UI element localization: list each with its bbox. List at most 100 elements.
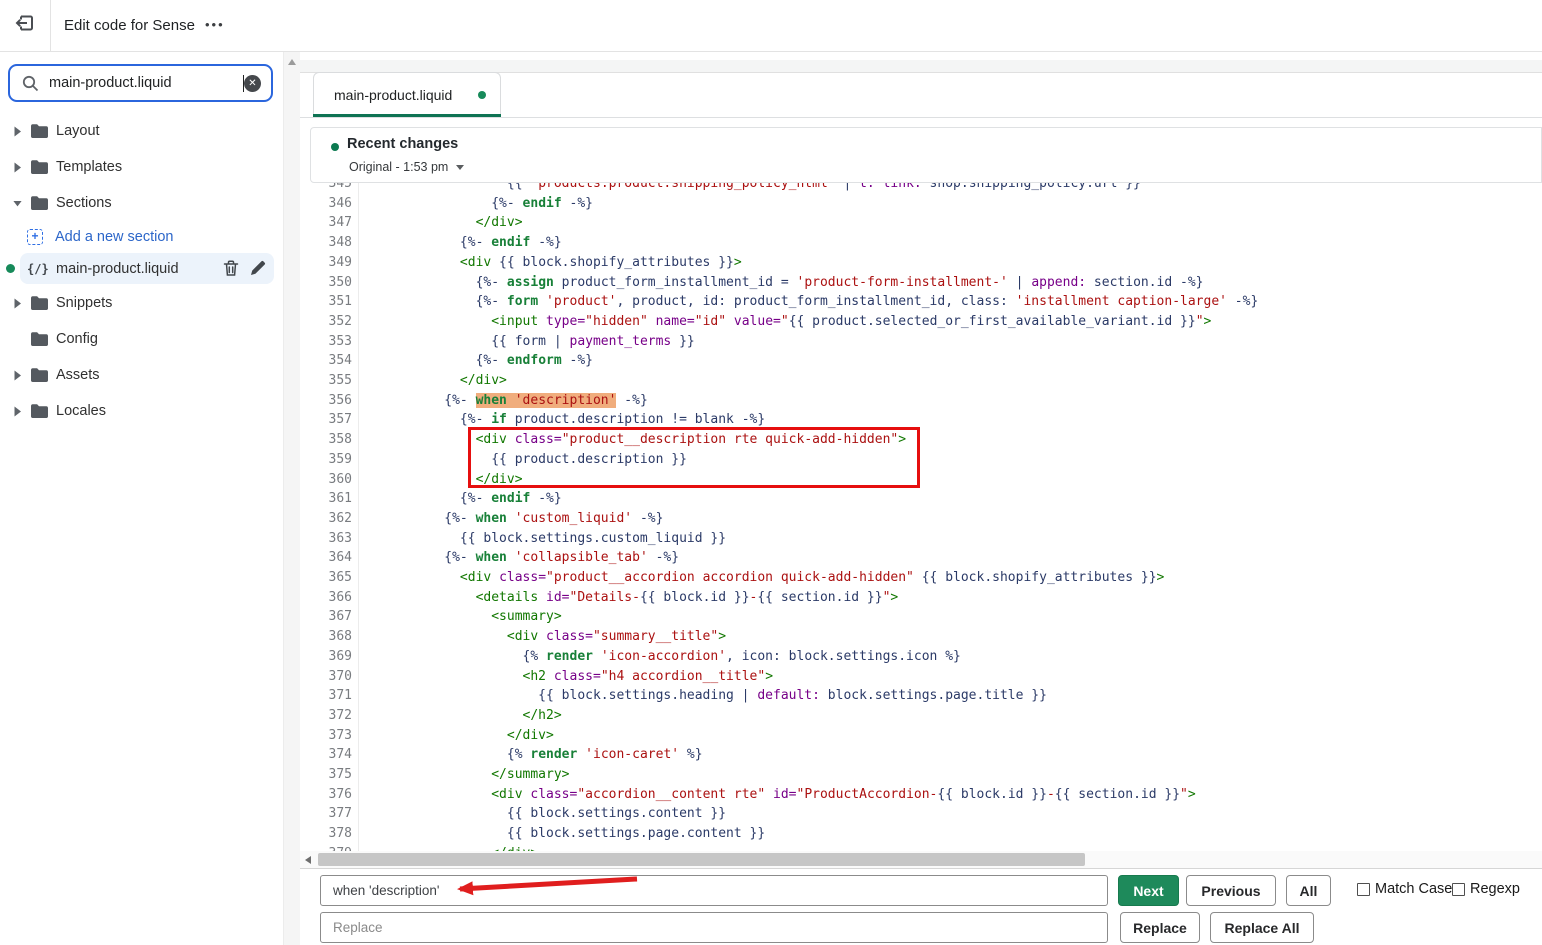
unsaved-changes-dot [6, 264, 15, 273]
folder-icon [30, 195, 49, 211]
exit-icon [14, 12, 36, 39]
code-line-378[interactable]: {{ block.settings.page.content }} [366, 824, 765, 844]
chevron-right-icon[interactable] [13, 406, 22, 417]
horizontal-scrollbar[interactable] [300, 851, 1542, 868]
recent-changes-title: Recent changes [347, 136, 458, 152]
line-number: 363 [300, 529, 352, 549]
sidebar-item-assets[interactable]: Assets [0, 357, 283, 393]
folder-icon [30, 367, 49, 383]
code-line-376[interactable]: <div class="accordion__content rte" id="… [366, 785, 1196, 805]
chevron-right-icon[interactable] [13, 126, 22, 137]
folder-icon [30, 403, 49, 419]
code-line-375[interactable]: </summary> [366, 765, 570, 785]
sidebar-item-templates[interactable]: Templates [0, 149, 283, 185]
page-title: Edit code for Sense [64, 0, 195, 51]
code-line-367[interactable]: <summary> [366, 607, 562, 627]
code-line-360[interactable]: </div> [366, 470, 523, 490]
code-editor-area[interactable]: 345 {{ 'products.product.shipping_policy… [300, 183, 1542, 851]
code-line-379[interactable]: </div> [366, 844, 538, 851]
code-line-377[interactable]: {{ block.settings.content }} [366, 804, 726, 824]
code-line-356[interactable]: {%- when 'description' -%} [366, 391, 648, 411]
version-dropdown[interactable]: Original - 1:53 pm [349, 160, 464, 174]
tab-main-product[interactable]: main-product.liquid [313, 72, 501, 117]
chevron-down-icon[interactable] [13, 199, 22, 208]
next-button[interactable]: Next [1118, 875, 1179, 906]
horizontal-scrollbar-thumb[interactable] [318, 853, 1085, 866]
delete-file-icon[interactable] [223, 260, 240, 277]
line-number: 374 [300, 745, 352, 765]
sidebar-item-locales[interactable]: Locales [0, 393, 283, 429]
line-number: 348 [300, 233, 352, 253]
replace-button[interactable]: Replace [1120, 912, 1200, 943]
sidebar-scrollbar[interactable] [283, 52, 300, 945]
line-number: 375 [300, 765, 352, 785]
code-line-362[interactable]: {%- when 'custom_liquid' -%} [366, 509, 663, 529]
code-line-368[interactable]: <div class="summary__title"> [366, 627, 726, 647]
line-number: 359 [300, 450, 352, 470]
rename-file-icon[interactable] [250, 260, 267, 277]
code-line-359[interactable]: {{ product.description }} [366, 450, 687, 470]
previous-button[interactable]: Previous [1186, 875, 1276, 906]
code-line-347[interactable]: </div> [366, 213, 523, 233]
replace-all-button[interactable]: Replace All [1210, 912, 1314, 943]
code-line-357[interactable]: {%- if product.description != blank -%} [366, 410, 765, 430]
code-line-358[interactable]: <div class="product__description rte qui… [366, 430, 906, 450]
code-line-350[interactable]: {%- assign product_form_installment_id =… [366, 273, 1204, 293]
line-number: 355 [300, 371, 352, 391]
file-tree: LayoutTemplatesSections+Add a new sectio… [0, 113, 283, 429]
chevron-right-icon[interactable] [13, 162, 22, 173]
search-input[interactable]: main-product.liquid ✕ [8, 64, 273, 102]
line-number: 361 [300, 489, 352, 509]
code-line-374[interactable]: {% render 'icon-caret' %} [366, 745, 703, 765]
sidebar-item-main-product-liquid[interactable]: {/}main-product.liquid [0, 252, 283, 285]
code-line-366[interactable]: <details id="Details-{{ block.id }}-{{ s… [366, 588, 898, 608]
checkbox-icon[interactable] [1452, 883, 1465, 896]
line-number: 377 [300, 804, 352, 824]
code-line-364[interactable]: {%- when 'collapsible_tab' -%} [366, 548, 679, 568]
scroll-left-arrow-icon[interactable] [305, 856, 311, 864]
code-line-373[interactable]: </div> [366, 726, 554, 746]
code-line-348[interactable]: {%- endif -%} [366, 233, 562, 253]
search-icon [22, 75, 39, 92]
chevron-right-icon[interactable] [13, 370, 22, 381]
add-section-icon: + [27, 229, 43, 245]
liquid-file-icon: {/} [27, 262, 49, 276]
all-button[interactable]: All [1286, 875, 1331, 906]
line-number: 372 [300, 706, 352, 726]
sidebar-item-snippets[interactable]: Snippets [0, 285, 283, 321]
tab-bar-border [300, 117, 1542, 118]
code-line-352[interactable]: <input type="hidden" name="id" value="{{… [366, 312, 1211, 332]
chevron-right-icon[interactable] [13, 298, 22, 309]
code-line-369[interactable]: {% render 'icon-accordion', icon: block.… [366, 647, 961, 667]
gutter-separator [358, 183, 359, 851]
find-input[interactable] [320, 875, 1108, 906]
sidebar-item-config[interactable]: Config [0, 321, 283, 357]
code-line-351[interactable]: {%- form 'product', product, id: product… [366, 292, 1258, 312]
replace-input[interactable] [320, 912, 1108, 943]
code-line-349[interactable]: <div {{ block.shopify_attributes }}> [366, 253, 742, 273]
checkbox-icon[interactable] [1357, 883, 1370, 896]
exit-button[interactable] [0, 0, 51, 51]
match-case-checkbox[interactable]: Match Case [1357, 881, 1452, 897]
folder-icon [30, 295, 49, 311]
code-line-355[interactable]: </div> [366, 371, 507, 391]
clear-search-icon[interactable]: ✕ [244, 75, 261, 92]
code-line-363[interactable]: {{ block.settings.custom_liquid }} [366, 529, 726, 549]
sidebar-item-layout[interactable]: Layout [0, 113, 283, 149]
scroll-up-arrow-icon[interactable] [288, 59, 296, 65]
code-line-353[interactable]: {{ form | payment_terms }} [366, 332, 695, 352]
sidebar-item-add-a-new-section[interactable]: +Add a new section [0, 221, 283, 252]
code-line-370[interactable]: <h2 class="h4 accordion__title"> [366, 667, 773, 687]
regexp-checkbox[interactable]: Regexp [1452, 881, 1520, 897]
more-menu-button[interactable]: ••• [205, 0, 225, 51]
code-line-361[interactable]: {%- endif -%} [366, 489, 562, 509]
line-number: 357 [300, 410, 352, 430]
code-line-372[interactable]: </h2> [366, 706, 562, 726]
sidebar-item-sections[interactable]: Sections [0, 185, 283, 221]
code-line-365[interactable]: <div class="product__accordion accordion… [366, 568, 1164, 588]
code-line-345[interactable]: {{ 'products.product.shipping_policy_htm… [366, 183, 1141, 194]
code-line-371[interactable]: {{ block.settings.heading | default: blo… [366, 686, 1047, 706]
code-line-354[interactable]: {%- endform -%} [366, 351, 593, 371]
line-number: 360 [300, 470, 352, 490]
code-line-346[interactable]: {%- endif -%} [366, 194, 593, 214]
